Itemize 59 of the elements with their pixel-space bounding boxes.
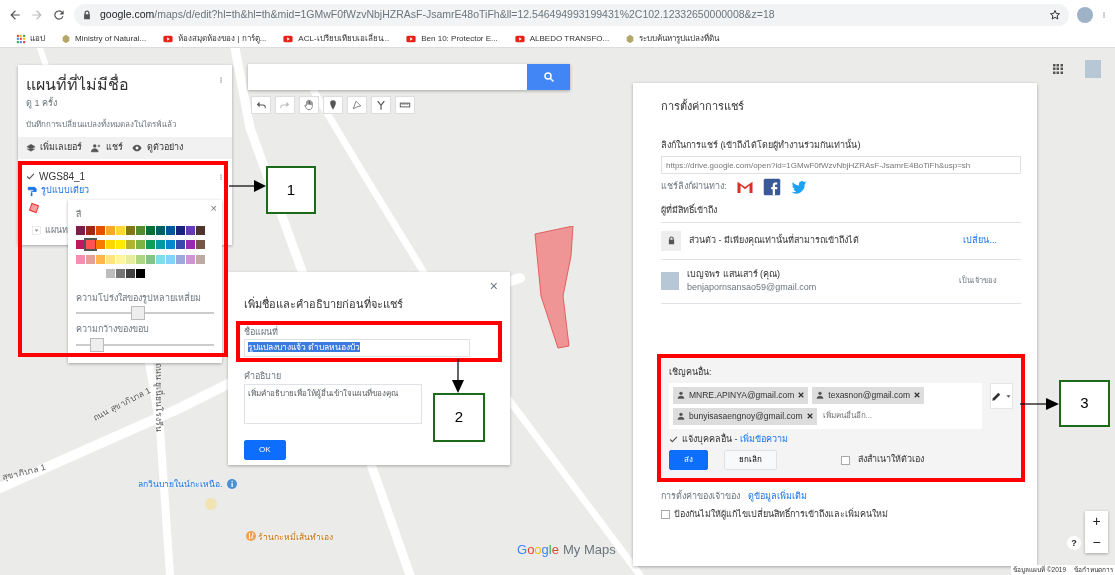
color-label: สี [76, 208, 82, 221]
owner-settings-label: การตั้งค่าของเจ้าของ [661, 490, 740, 503]
map-label: ร้านกะหมี่เส้นทำเอง [258, 531, 333, 544]
owner-name: เบญจพร แสนเสาร์ (คุณ) [687, 267, 781, 281]
toolbar-action[interactable]: แชร์ [90, 141, 123, 155]
views-count: ดู 1 ครั้ง [26, 97, 58, 111]
saved-status: บันทึกการเปลี่ยนแปลงทั้งหมดลงในไดรฟ์แล้ว [26, 118, 177, 131]
change-link[interactable]: เปลี่ยน... [963, 233, 997, 248]
callout-number: 3 [1059, 380, 1110, 427]
owner-email: benjapornsansao59@gmail.com [687, 281, 818, 294]
border-width-label: ความกว้างของขอบ [76, 323, 150, 336]
bookmark[interactable]: ระบบค้นหารูปแปลงที่ดิน [625, 32, 720, 45]
style-link[interactable]: รูปแบบเดียว [41, 184, 89, 198]
toolbar-action[interactable]: เพิ่มเลเยอร์ [26, 141, 82, 155]
name-label: ชื่อแผนที่ [244, 325, 279, 339]
prevent-label: ป้องกันไม่ให้ผู้แก้ไขเปลี่ยนสิทธิ์การเข้าถึงและเพิ่มคนใหม่ [674, 507, 888, 521]
zoom-in-button[interactable]: + [1085, 511, 1108, 532]
ok-button[interactable]: OK [244, 439, 286, 460]
add-message-link[interactable]: เพิ่มข้อความ [740, 433, 788, 444]
bookmark[interactable]: Ministry of Natural... [61, 32, 147, 45]
dialog-title: เพิ่มชื่อและคำอธิบายก่อนที่จะแชร์ [244, 296, 404, 312]
bookmark[interactable]: Ben 10: Protector E... [405, 32, 498, 45]
opacity-label: ความโปร่งใสของรูปหลายเหลี่ยม [76, 291, 202, 305]
bookmark[interactable]: ห้องสมุดห้องของ | การ์ตู... [162, 32, 267, 45]
help-button[interactable]: ? [1067, 536, 1081, 550]
close-button[interactable]: × [210, 200, 217, 217]
send-button[interactable]: ส่ง [669, 450, 708, 470]
description-label: คำอธิบาย [244, 370, 282, 383]
access-label: ผู้ที่มีสิทธิ์เข้าถึง [661, 204, 718, 218]
base-map-label[interactable]: แผนท [45, 224, 68, 238]
bookmark[interactable]: ALBEDO TRANSFO... [513, 32, 610, 45]
access-text: ส่วนตัว - มีเพียงคุณเท่านั้นที่สามารถเข้าถึงได้ [689, 233, 860, 248]
zoom-out-button[interactable]: − [1085, 532, 1108, 553]
callout-number: 2 [433, 393, 485, 442]
bookmark[interactable]: ACL-เปรียบเทียบเอเลี่ยน... [282, 32, 390, 45]
learn-more-link[interactable]: ดูข้อมูลเพิ่มเติม [748, 490, 807, 504]
link-label: ลิงก์ในการแชร์ (เข้าถึงได้โดยผู้ทำงานร่วมกันเท่านั้น) [661, 138, 862, 152]
share-via-label: แชร์ลิงก์ผ่านทาง: [661, 180, 727, 194]
description-input[interactable]: เพิ่มคำอธิบายเพื่อให้ผู้อื่นเข้าใจแผนที่ของคุณ [244, 383, 422, 424]
share-link-field[interactable]: https://drive.google.com/open?id=1GMwF0fWzvNbjHZRAsF-JsamrE4BoTiFh&usp=sh [661, 156, 1021, 174]
map-title[interactable]: แผนที่ที่ไม่มีชื่อ [26, 73, 218, 97]
layer-name[interactable]: WGS84_1 [39, 169, 214, 184]
name-input[interactable]: รูปแปลงบางแจ้ว ตำบลหนองบัว [244, 339, 470, 357]
invite-field[interactable]: MNRE.APINYA@gmail.com texasnon@gmail.com bunyisasaengnoy@gmail.com เพิ่มคนอื่นอีก... [669, 383, 982, 429]
sharing-title: การตั้งค่าการแชร์ [661, 98, 745, 114]
bookmark[interactable]: แอป [16, 32, 45, 45]
notify-label: แจ้งบุคคลอื่น - เพิ่มข้อความ [682, 432, 788, 446]
cancel-button[interactable]: ยกเลิก [724, 450, 777, 470]
invitee-chip[interactable]: texasnon@gmail.com [812, 387, 925, 404]
google-my-maps-logo: Google My Maps [517, 541, 616, 559]
invitee-chip[interactable]: bunyisasaengnoy@gmail.com [673, 407, 817, 425]
invitee-chip[interactable]: MNRE.APINYA@gmail.com [673, 387, 809, 404]
map-label: ลกวินบายในน์กะเหนือ. [138, 478, 223, 491]
map-label: ถนน ยูเนี่ยนโรงรีน [152, 363, 165, 433]
send-copy-label: ส่งสำเนาให้ตัวเอง [858, 453, 924, 467]
callout-number: 1 [266, 166, 316, 214]
invite-label: เชิญคนอื่น: [669, 365, 713, 379]
close-button[interactable]: × [489, 276, 498, 297]
toolbar-action[interactable]: ดูตัวอย่าง [131, 141, 183, 155]
